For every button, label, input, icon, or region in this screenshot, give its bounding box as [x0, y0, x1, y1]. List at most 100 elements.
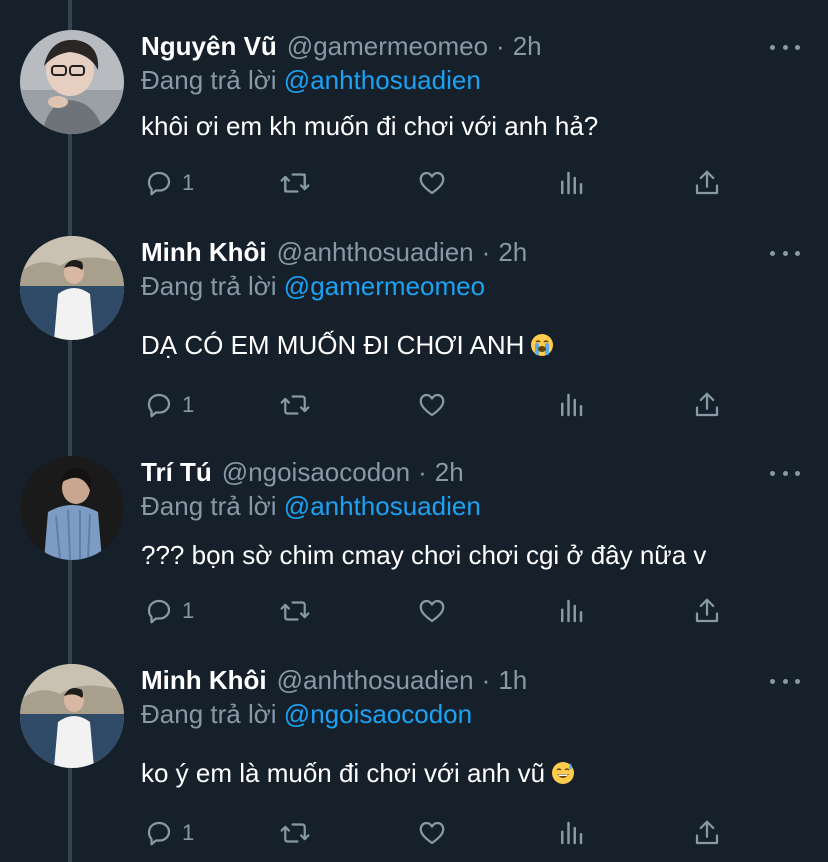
tweet-text: khôi ơi em kh muốn đi chơi với anh hả?	[141, 109, 598, 143]
retweet-icon	[280, 173, 310, 193]
grinning-face-with-sweat-emoji	[552, 762, 575, 784]
separator-dot: ·	[418, 457, 427, 487]
tweet-text: DẠ CÓ EM MUỐN ĐI CHƠI ANH	[141, 328, 554, 362]
display-name[interactable]: Minh Khôi	[141, 664, 267, 696]
share-upload-icon	[695, 598, 719, 623]
reply-mention-link[interactable]: @anhthosuadien	[284, 491, 481, 521]
share-button[interactable]	[692, 594, 722, 628]
retweet-icon	[280, 601, 310, 621]
share-button[interactable]	[692, 388, 722, 422]
share-button[interactable]	[692, 166, 722, 200]
retweet-button[interactable]	[278, 594, 312, 628]
display-name[interactable]: Minh Khôi	[141, 236, 267, 268]
timestamp[interactable]: 2h	[435, 456, 464, 488]
reply-mention-link[interactable]: @ngoisaocodon	[284, 699, 472, 729]
comment-bubble-icon	[147, 599, 171, 624]
reply-button[interactable]: 1	[144, 594, 194, 628]
tweet-actions: 1	[0, 594, 828, 628]
like-button[interactable]	[416, 166, 448, 200]
analytics-button[interactable]	[556, 166, 586, 200]
avatar[interactable]	[20, 456, 124, 560]
share-upload-icon	[695, 820, 719, 845]
reply-count: 1	[182, 598, 195, 623]
tweet-actions: 1	[0, 388, 828, 422]
tweet-actions: 1	[0, 816, 828, 850]
tweet-actions: 1	[0, 166, 828, 200]
more-options-icon[interactable]	[770, 674, 800, 688]
user-handle[interactable]: @anhthosuadien	[277, 664, 474, 696]
reply-count: 1	[182, 170, 195, 195]
bar-chart-icon	[561, 171, 583, 195]
analytics-button[interactable]	[556, 388, 586, 422]
tweet-header: Minh Khôi @anhthosuadien · 1h	[141, 664, 527, 696]
separator-dot: ·	[481, 237, 491, 267]
reply-count: 1	[182, 392, 195, 417]
reply-count: 1	[182, 820, 195, 845]
tweet[interactable]: Nguyên Vũ @gamermeomeo · 2h Đang trả lời…	[0, 30, 828, 215]
heart-icon	[419, 821, 445, 845]
timestamp[interactable]: 1h	[498, 664, 527, 696]
analytics-button[interactable]	[556, 594, 586, 628]
share-button[interactable]	[692, 816, 722, 850]
share-upload-icon	[695, 170, 719, 195]
replying-to: Đang trả lời @ngoisaocodon	[141, 698, 472, 730]
analytics-button[interactable]	[556, 816, 586, 850]
more-options-icon[interactable]	[770, 466, 800, 480]
timestamp[interactable]: 2h	[513, 30, 542, 62]
tweet[interactable]: Trí Tú @ngoisaocodon · 2h Đang trả lời @…	[0, 456, 828, 646]
comment-bubble-icon	[147, 821, 171, 846]
timestamp[interactable]: 2h	[498, 236, 527, 268]
more-options-icon[interactable]	[770, 40, 800, 54]
replying-to: Đang trả lời @gamermeomeo	[141, 270, 485, 302]
heart-icon	[419, 171, 445, 195]
avatar[interactable]	[20, 664, 124, 768]
retweet-button[interactable]	[278, 388, 312, 422]
share-upload-icon	[695, 392, 719, 417]
reply-button[interactable]: 1	[144, 166, 194, 200]
bar-chart-icon	[561, 821, 583, 845]
tweet-text-content: DẠ CÓ EM MUỐN ĐI CHƠI ANH	[141, 330, 525, 360]
loudly-crying-face-emoji	[531, 334, 554, 356]
reply-button[interactable]: 1	[144, 388, 194, 422]
tweet[interactable]: Minh Khôi @anhthosuadien · 1h Đang trả l…	[0, 664, 828, 862]
user-handle[interactable]: @gamermeomeo	[287, 30, 488, 62]
more-options-icon[interactable]	[770, 246, 800, 260]
bar-chart-icon	[561, 599, 583, 623]
tweet-header: Trí Tú @ngoisaocodon · 2h	[141, 456, 464, 488]
tweet-text: ??? bọn sờ chim cmay chơi chơi cgi ở đây…	[141, 538, 706, 572]
retweet-button[interactable]	[278, 166, 312, 200]
replying-to: Đang trả lời @anhthosuadien	[141, 490, 481, 522]
user-handle[interactable]: @ngoisaocodon	[222, 456, 410, 488]
like-button[interactable]	[416, 594, 448, 628]
display-name[interactable]: Nguyên Vũ	[141, 30, 277, 62]
reply-button[interactable]: 1	[144, 816, 194, 850]
avatar[interactable]	[20, 30, 124, 134]
tweet-text-content: ??? bọn sờ chim cmay chơi chơi cgi ở đây…	[141, 540, 707, 570]
reply-mention-link[interactable]: @gamermeomeo	[284, 271, 485, 301]
tweet-text: ko ý em là muốn đi chơi với anh vũ	[141, 756, 575, 790]
heart-icon	[419, 393, 445, 417]
like-button[interactable]	[416, 388, 448, 422]
separator-dot: ·	[496, 31, 505, 61]
comment-bubble-icon	[147, 171, 171, 196]
display-name[interactable]: Trí Tú	[141, 456, 212, 488]
bar-chart-icon	[561, 393, 583, 417]
replying-to-label: Đang trả lời	[141, 491, 277, 521]
retweet-icon	[280, 395, 310, 415]
retweet-button[interactable]	[278, 816, 312, 850]
retweet-icon	[280, 823, 310, 843]
replying-to-label: Đang trả lời	[141, 65, 277, 95]
reply-mention-link[interactable]: @anhthosuadien	[284, 65, 481, 95]
tweet[interactable]: Minh Khôi @anhthosuadien · 2h Đang trả l…	[0, 236, 828, 436]
tweet-header: Nguyên Vũ @gamermeomeo · 2h	[141, 30, 542, 62]
heart-icon	[419, 599, 445, 623]
replying-to-label: Đang trả lời	[141, 699, 277, 729]
user-handle[interactable]: @anhthosuadien	[277, 236, 474, 268]
separator-dot: ·	[481, 665, 491, 695]
tweet-header: Minh Khôi @anhthosuadien · 2h	[141, 236, 527, 268]
avatar[interactable]	[20, 236, 124, 340]
replying-to: Đang trả lời @anhthosuadien	[141, 64, 481, 96]
replying-to-label: Đang trả lời	[141, 271, 277, 301]
tweet-text-content: ko ý em là muốn đi chơi với anh vũ	[141, 758, 546, 788]
like-button[interactable]	[416, 816, 448, 850]
